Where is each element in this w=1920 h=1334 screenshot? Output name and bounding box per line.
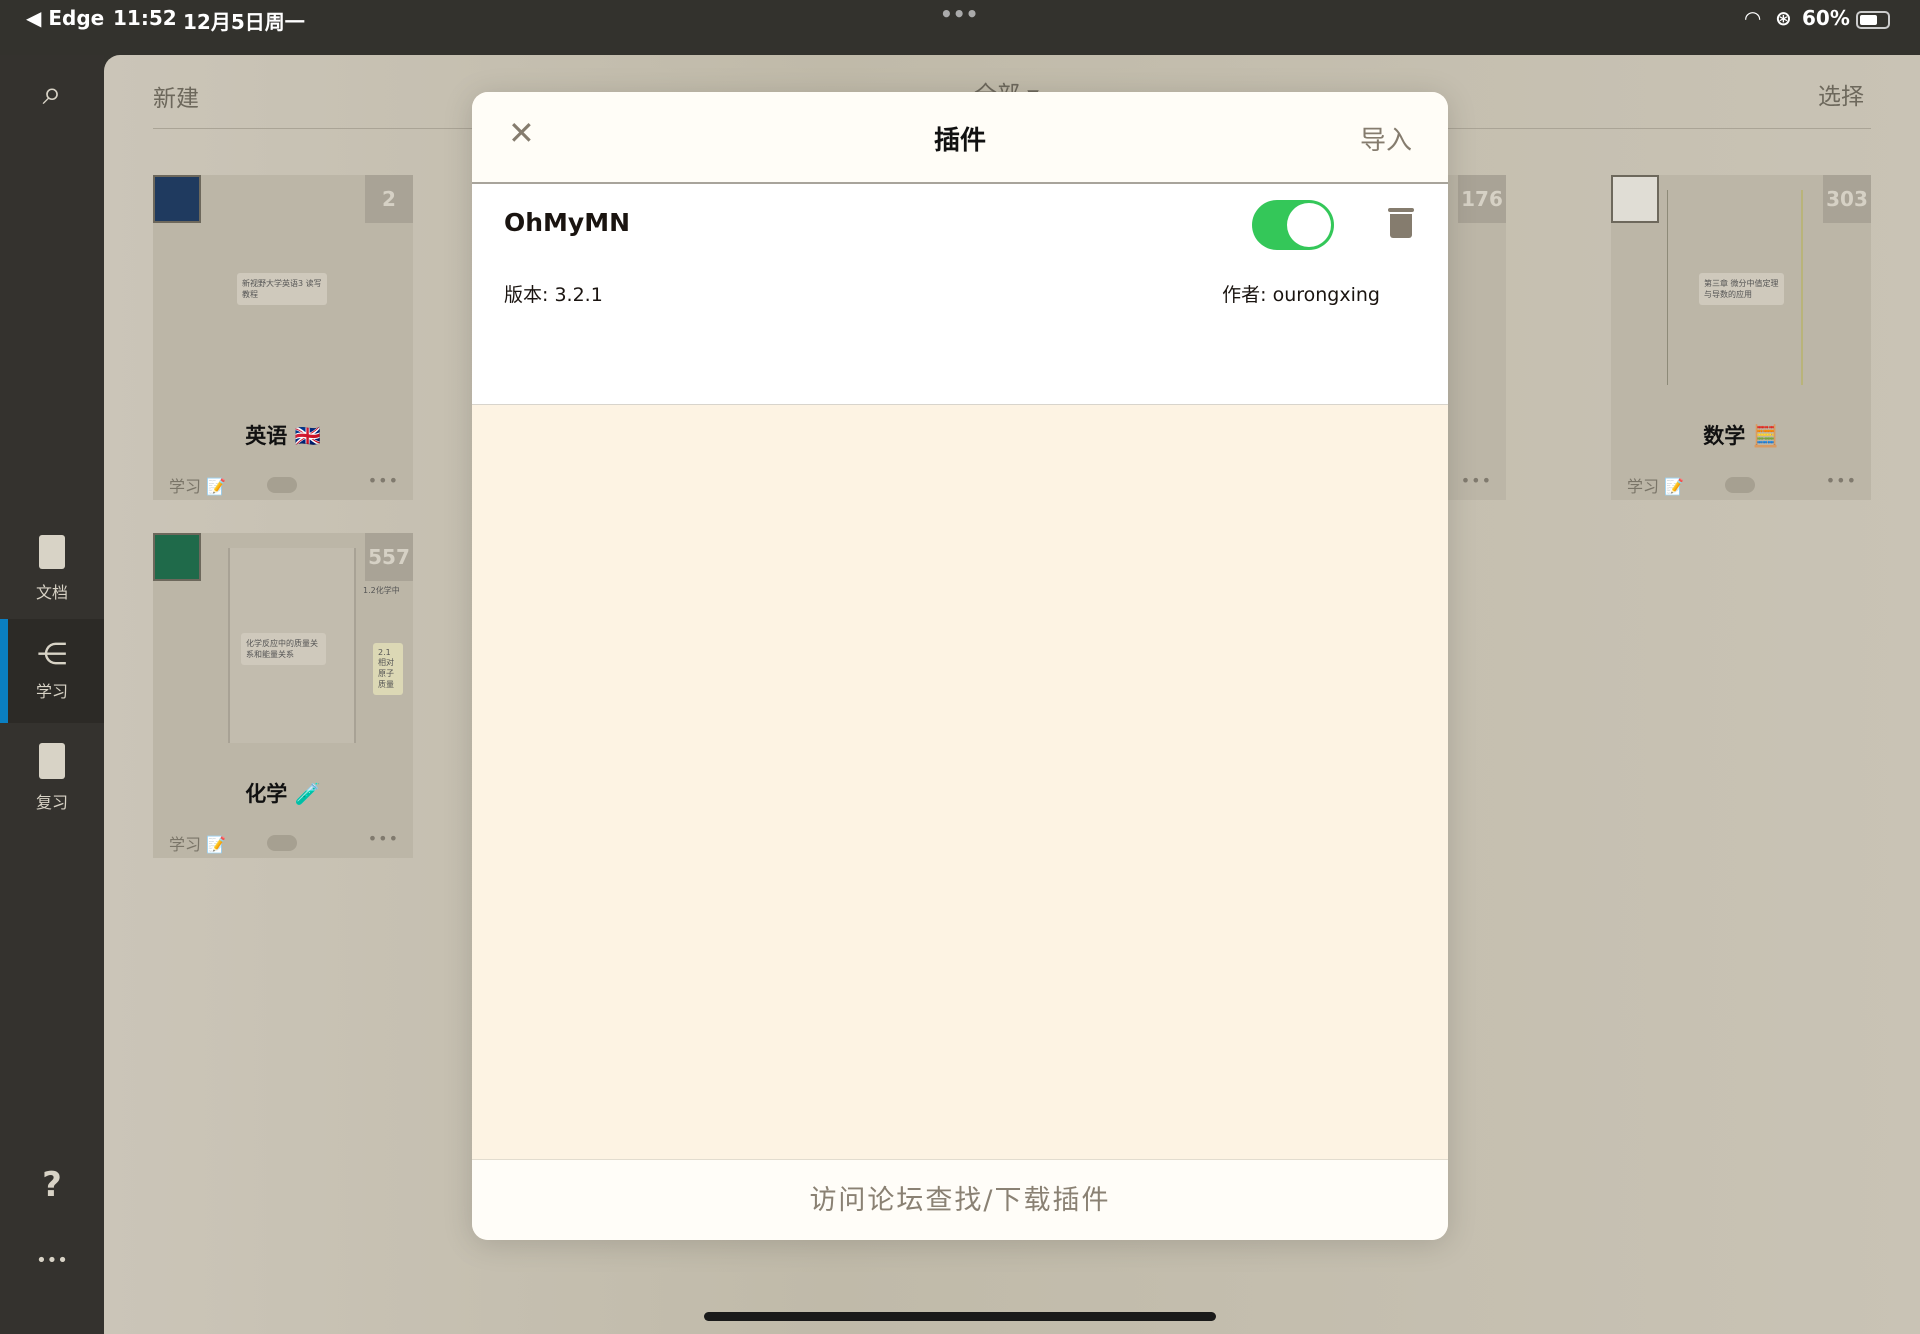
sidebar-item-documents[interactable]: 文档: [0, 535, 104, 603]
selected-indicator: [0, 619, 8, 723]
sidebar: ⌕ 文档 ⋲ 学习 复习 ? •••: [0, 55, 104, 1334]
cloud-icon: [267, 477, 297, 493]
card-tag: 学习 📝: [1627, 477, 1685, 496]
mindmap-node: 1.2化学中: [363, 586, 400, 595]
mindmap-node: 2.1 相对原子质量: [373, 643, 403, 695]
trash-icon[interactable]: [1388, 208, 1414, 238]
card-more-button[interactable]: •••: [368, 829, 399, 848]
time: 11:52: [113, 6, 177, 30]
date: 12月5日周一: [183, 10, 305, 34]
count-badge: 557: [365, 533, 413, 581]
home-indicator[interactable]: [704, 1312, 1216, 1321]
visit-forum-link[interactable]: 访问论坛查找/下载插件: [472, 1159, 1448, 1240]
sidebar-item-label: 复习: [35, 793, 68, 812]
battery-icon: [1856, 11, 1890, 29]
card-more-button[interactable]: •••: [1461, 471, 1492, 490]
select-button[interactable]: 选择: [1818, 77, 1864, 111]
dialog-header: ✕ 插件 导入: [472, 92, 1448, 184]
notebook-card-chemistry[interactable]: 557 化学反应中的质量关系和能量关系 1.2化学中 2.1 相对原子质量 化学…: [153, 533, 413, 858]
plugin-row: OhMyMN 版本: 3.2.1 作者: ourongxing: [472, 184, 1448, 405]
card-tag: 学习 📝: [169, 835, 227, 854]
cloud-icon: [267, 835, 297, 851]
orientation-lock-icon: ⊛: [1775, 6, 1792, 30]
sidebar-item-review[interactable]: 复习: [0, 743, 104, 813]
more-button[interactable]: •••: [0, 1250, 104, 1271]
card-more-button[interactable]: •••: [368, 471, 399, 490]
plugin-version: 版本: 3.2.1: [504, 284, 603, 306]
count-badge: 176: [1458, 175, 1506, 223]
status-bar: ◀ Edge 11:52 12月5日周一 ••• ◠ ⊛ 60%: [0, 0, 1920, 55]
mindmap-node: 第三章 微分中值定理与导数的应用: [1699, 273, 1784, 305]
help-button[interactable]: ?: [0, 1165, 104, 1205]
book-cover-thumbnail: [1611, 175, 1659, 223]
clipboard-review-icon: [39, 743, 65, 779]
notebook-card-math[interactable]: 303 第三章 微分中值定理与导数的应用 数学 🧮 学习 📝 •••: [1611, 175, 1871, 500]
search-icon[interactable]: ⌕: [0, 73, 104, 113]
mindmap-icon: ⋲: [37, 637, 67, 672]
document-icon: [39, 535, 65, 569]
book-cover-thumbnail: [153, 533, 201, 581]
multitask-dots[interactable]: •••: [940, 2, 978, 26]
back-to-edge[interactable]: ◀ Edge: [26, 6, 104, 30]
sidebar-item-label: 学习: [35, 682, 68, 701]
card-more-button[interactable]: •••: [1826, 471, 1857, 490]
notebook-card-english[interactable]: 2 新视野大学英语3 读写教程 英语 🇬🇧 学习 📝 •••: [153, 175, 413, 500]
wifi-icon: ◠: [1745, 6, 1761, 30]
card-title: 数学 🧮: [1703, 424, 1779, 448]
count-badge: 303: [1823, 175, 1871, 223]
mindmap-node: 新视野大学英语3 读写教程: [237, 273, 327, 305]
card-title: 化学 🧪: [245, 782, 321, 806]
card-title: 英语 🇬🇧: [245, 424, 321, 448]
new-button[interactable]: 新建: [153, 79, 199, 113]
battery-percent: 60%: [1802, 6, 1850, 30]
dialog-title: 插件: [933, 126, 986, 156]
book-cover-thumbnail: [153, 175, 201, 223]
sidebar-item-study[interactable]: ⋲ 学习: [0, 619, 104, 723]
count-badge: 2: [365, 175, 413, 223]
import-button[interactable]: 导入: [1360, 120, 1412, 157]
card-tag: 学习 📝: [169, 477, 227, 496]
cloud-icon: [1725, 477, 1755, 493]
sidebar-item-label: 文档: [35, 583, 68, 602]
plugin-enable-toggle[interactable]: [1252, 200, 1334, 250]
plugins-dialog: ✕ 插件 导入 OhMyMN 版本: 3.2.1 作者: ourongxing …: [472, 92, 1448, 1240]
plugin-name: OhMyMN: [504, 208, 631, 237]
plugin-author: 作者: ourongxing: [1222, 284, 1380, 306]
mindmap-node: 化学反应中的质量关系和能量关系: [241, 633, 326, 665]
